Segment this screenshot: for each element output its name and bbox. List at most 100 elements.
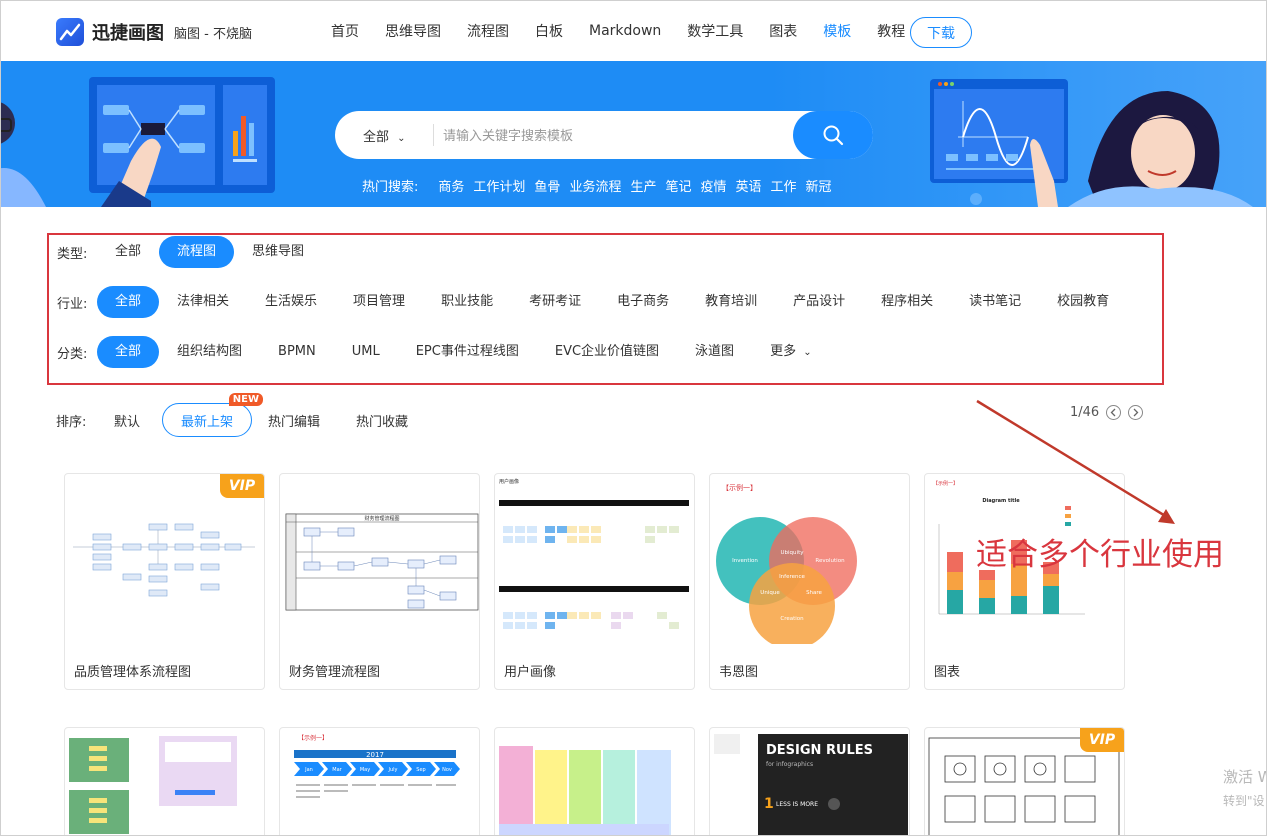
timeline-month: July [388,767,398,773]
filter-row-type: 类型: 全部 流程图 思维导图 [57,235,322,269]
filter-type-flowchart[interactable]: 流程图 [159,236,235,268]
filter-row-category: 分类: 全部 组织结构图 BPMN UML EPC事件过程线图 EVC企业价值链… [57,335,830,369]
pagination: 1/46 [1070,405,1144,420]
search-button[interactable] [793,111,873,159]
filter-industry-option[interactable]: 校园教育 [1039,286,1127,318]
template-card[interactable]: 【示例一】 Diagram title 图表 [924,473,1125,690]
card-thumbnail: 财务管理流程图 [280,474,479,644]
prev-page-icon[interactable] [1106,405,1122,420]
venn-label: Invention [732,558,758,564]
hot-search-item[interactable]: 业务流程 [569,176,621,195]
logo-icon [56,18,84,46]
filter-industry-option[interactable]: 全部 [97,286,160,318]
filter-category-option[interactable]: EPC事件过程线图 [398,336,537,368]
brand-name: 迅捷画图 [92,23,164,44]
sort-newest[interactable]: 最新上架 NEW [162,393,264,437]
card-thumbnail: 【示例一】 Invention Revolution Creation Uniq… [710,474,909,644]
filter-category-option[interactable]: BPMN [260,336,334,368]
search-scope-dropdown[interactable]: 全部 ⌄ [363,126,406,145]
filter-type-all[interactable]: 全部 [97,236,159,268]
filter-category-option[interactable]: 全部 [97,336,160,368]
filter-industry-option[interactable]: 产品设计 [775,286,863,318]
nav-home[interactable]: 首页 [331,21,359,41]
timeline-month: Mar [332,767,342,773]
example-tag: 【示例一】 [722,483,757,492]
search-box: 全部 ⌄ [335,111,873,159]
sort-hot-edit[interactable]: 热门编辑 [268,411,320,430]
filter-industry-option[interactable]: 法律相关 [159,286,247,318]
template-card[interactable]: 财务管理流程图 财务管理流程图 [279,473,480,690]
timeline-month: May [360,767,370,773]
hot-search-item[interactable]: 疫情 [700,176,726,195]
brand-logo[interactable]: 迅捷画图 脑图 - 不烧脑 [56,18,252,46]
filter-industry-option[interactable]: 生活娱乐 [247,286,335,318]
template-card[interactable]: VIP 品质管理体系流程图 [64,473,265,690]
design-subtitle: for infographics [766,761,813,768]
filter-industry-option[interactable]: 职业技能 [423,286,511,318]
sort-default[interactable]: 默认 [114,411,140,430]
filter-category-option[interactable]: 组织结构图 [159,336,260,368]
template-card[interactable]: VIP [924,727,1125,835]
brand-tagline: 脑图 - 不烧脑 [174,26,252,42]
card-title: 品质管理体系流程图 [74,665,192,680]
download-button[interactable]: 下载 [910,17,972,48]
venn-label: Share [806,590,822,596]
example-tag: 【示例一】 [933,480,958,487]
template-card[interactable]: 【示例一】 Invention Revolution Creation Uniq… [709,473,910,690]
template-card[interactable]: DESIGN RULES for infographics 1 LESS IS … [709,727,910,835]
filter-panel: 类型: 全部 流程图 思维导图 行业: 全部 法律相关 生活娱乐 项目管理 职业… [47,233,1164,385]
hot-search-item[interactable]: 鱼骨 [534,176,560,195]
sort-bar: 排序: 默认 最新上架 NEW 热门编辑 热门收藏 [56,393,430,437]
card-title: 图表 [934,665,961,680]
banner-left-illustration [1,77,275,207]
template-card[interactable] [64,727,265,835]
hot-search-item[interactable]: 笔记 [665,176,691,195]
main-nav: 首页 思维导图 流程图 白板 Markdown 数学工具 图表 模板 教程 [331,1,931,61]
filter-category-option[interactable]: EVC企业价值链图 [537,336,677,368]
persona-thumbnail: 用户画像 [499,478,689,629]
app-window: 迅捷画图 脑图 - 不烧脑 首页 思维导图 流程图 白板 Markdown 数学… [0,0,1267,836]
hot-search-item[interactable]: 工作 [771,176,797,195]
filter-industry-option[interactable]: 项目管理 [335,286,423,318]
nav-charts[interactable]: 图表 [769,21,797,41]
filter-industry-option[interactable]: 读书笔记 [951,286,1039,318]
sort-hot-favorite[interactable]: 热门收藏 [356,411,408,430]
hot-search-label: 热门搜索: [362,180,419,195]
template-card[interactable] [494,727,695,835]
filter-label: 行业: [57,296,88,312]
annotation-text: 适合多个行业使用 [976,537,1224,573]
filter-row-industry: 行业: 全部 法律相关 生活娱乐 项目管理 职业技能 考研考证 电子商务 教育培… [57,285,1127,319]
hot-search-item[interactable]: 新冠 [806,176,832,195]
hot-search-item[interactable]: 商务 [438,176,464,195]
nav-whiteboard[interactable]: 白板 [535,21,563,41]
template-card[interactable]: 【示例一】 2017 Jan Mar May July Sep Nov [279,727,480,835]
chevron-down-icon: ⌄ [397,133,406,144]
filter-type-mindmap[interactable]: 思维导图 [234,236,322,268]
search-input[interactable] [443,121,773,149]
hot-search-item[interactable]: 生产 [630,176,656,195]
nav-tutorials[interactable]: 教程 [877,21,905,41]
nav-templates[interactable]: 模板 [823,21,851,41]
card-thumbnail [69,736,237,834]
venn-label: Creation [780,616,804,622]
swimlane-thumbnail: 财务管理流程图 [285,513,479,611]
filter-industry-option[interactable]: 程序相关 [863,286,951,318]
filter-industry-option[interactable]: 教育培训 [687,286,775,318]
filter-category-option[interactable]: 泳道图 [677,336,752,368]
nav-math-tools[interactable]: 数学工具 [687,21,743,41]
nav-flowchart[interactable]: 流程图 [467,21,509,41]
filter-industry-option[interactable]: 考研考证 [511,286,599,318]
next-page-icon[interactable] [1128,405,1144,420]
filter-industry-option[interactable]: 电子商务 [599,286,687,318]
persona-heading: 用户画像 [499,478,519,485]
template-card[interactable]: 用户画像 用户画像 [494,473,695,690]
nav-markdown[interactable]: Markdown [589,23,661,39]
nav-mindmap[interactable]: 思维导图 [385,21,441,41]
filter-category-option[interactable]: UML [334,336,398,368]
chevron-down-icon: ⌄ [803,347,812,358]
watermark-line: 激活 W [1223,768,1266,786]
hot-search-item[interactable]: 工作计划 [473,176,525,195]
hot-search-item[interactable]: 英语 [736,176,762,195]
filter-category-more[interactable]: 更多 ⌄ [752,336,830,368]
top-navigation-bar: 迅捷画图 脑图 - 不烧脑 首页 思维导图 流程图 白板 Markdown 数学… [1,1,1266,61]
